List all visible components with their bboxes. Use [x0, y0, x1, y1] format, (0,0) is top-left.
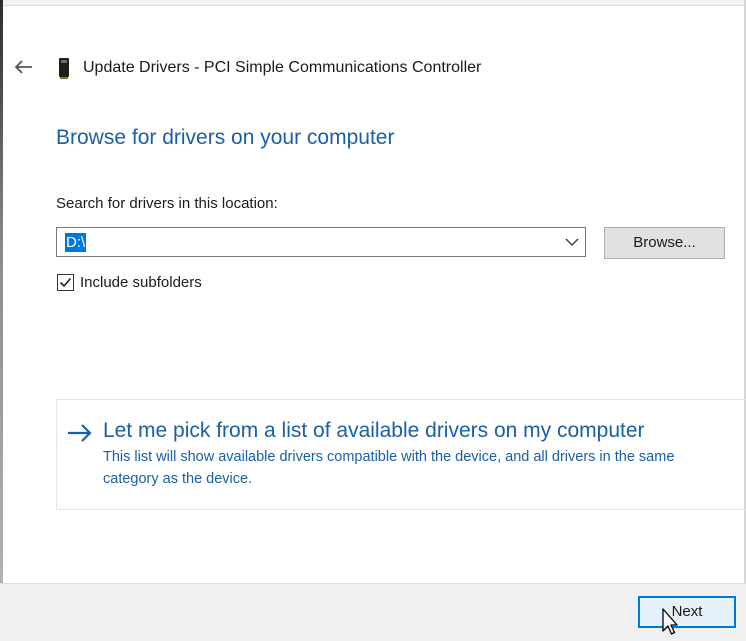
include-subfolders-label[interactable]: Include subfolders: [80, 273, 202, 293]
location-input-value[interactable]: D:\: [65, 233, 87, 252]
pick-from-list-description: This list will show available drivers co…: [103, 449, 675, 487]
right-arrow-icon: [68, 424, 92, 442]
mouse-pointer-icon: [662, 608, 678, 635]
dialog-footer: [0, 583, 746, 641]
browse-button[interactable]: Browse...: [604, 227, 725, 259]
checkmark-icon: [59, 277, 72, 288]
window-top-edge: [3, 0, 746, 6]
search-location-label: Search for drivers in this location:: [56, 195, 278, 212]
back-arrow-icon: [14, 60, 32, 74]
window-left-edge: [0, 0, 3, 641]
back-button[interactable]: [10, 56, 36, 78]
next-button[interactable]: Next: [638, 596, 736, 628]
pick-from-list-title[interactable]: Let me pick from a list of available dri…: [103, 417, 645, 445]
location-combobox[interactable]: D:\: [56, 227, 586, 257]
include-subfolders-checkbox[interactable]: [57, 274, 74, 291]
update-drivers-window: Update Drivers - PCI Simple Communicatio…: [0, 0, 746, 641]
window-title: Update Drivers - PCI Simple Communicatio…: [83, 59, 482, 76]
pick-from-list-option[interactable]: Let me pick from a list of available dri…: [56, 399, 746, 510]
chevron-down-icon[interactable]: [565, 236, 579, 248]
device-icon: [59, 58, 69, 79]
page-heading: Browse for drivers on your computer: [56, 126, 395, 149]
